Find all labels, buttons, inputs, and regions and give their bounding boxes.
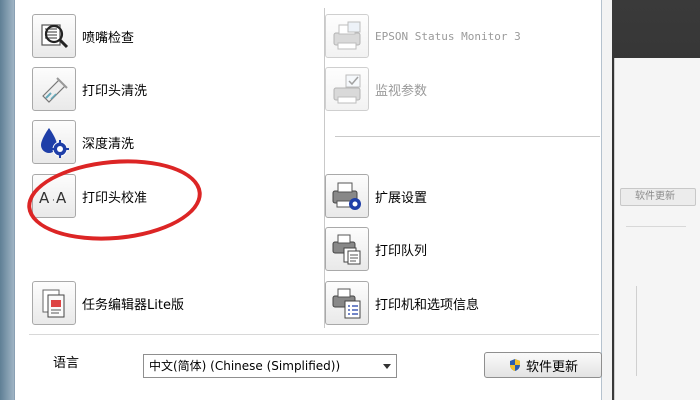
job-arranger-button[interactable] <box>32 281 76 325</box>
background-divider <box>626 226 686 227</box>
print-queue-button[interactable] <box>325 227 369 271</box>
printer-info-button[interactable] <box>325 281 369 325</box>
power-cleaning-icon <box>41 128 69 158</box>
bottom-separator <box>29 334 599 335</box>
highlight-circle <box>23 152 206 248</box>
language-label: 语言 <box>53 356 80 371</box>
status-monitor-icon <box>333 21 361 50</box>
tool-label: 打印队列 <box>375 243 428 259</box>
power-cleaning-button[interactable] <box>32 120 76 164</box>
tool-extended-settings[interactable]: 扩展设置 <box>325 174 427 218</box>
shield-icon <box>509 359 520 371</box>
nozzle-check-icon <box>41 24 69 49</box>
background-window-panel <box>614 58 700 400</box>
nozzle-check-button[interactable] <box>32 14 76 58</box>
language-select[interactable]: 中文(简体) (Chinese (Simplified)) <box>143 354 397 378</box>
printer-info-icon <box>332 288 361 319</box>
tool-print-queue[interactable]: 打印队列 <box>325 227 427 271</box>
tool-label: 监视参数 <box>375 83 428 99</box>
background-software-update-button: 软件更新 <box>620 188 696 206</box>
software-update-label: 软件更新 <box>525 359 578 375</box>
job-arranger-icon <box>42 289 65 318</box>
chevron-down-icon <box>383 364 391 369</box>
monitoring-preferences-button[interactable] <box>325 67 369 111</box>
extended-settings-button[interactable] <box>325 174 369 218</box>
tool-label: 任务编辑器Lite版 <box>82 297 184 313</box>
language-selected-value: 中文(简体) (Chinese (Simplified)) <box>149 359 341 373</box>
tool-label: 打印机和选项信息 <box>375 297 480 313</box>
tool-monitoring-preferences[interactable]: 监视参数 <box>325 67 427 111</box>
maintenance-dialog: 喷嘴检查 打印头清洗 深度清洗 A · A 打印头校准 任务编辑器Lite版 E… <box>14 0 602 400</box>
head-cleaning-button[interactable] <box>32 67 76 111</box>
status-monitor-button[interactable] <box>325 14 369 58</box>
section-divider <box>335 136 600 137</box>
tool-label: 打印头清洗 <box>82 83 148 99</box>
background-window-edge <box>0 0 14 400</box>
tool-label: 扩展设置 <box>375 190 428 206</box>
head-cleaning-icon <box>42 77 68 103</box>
tool-label: 深度清洗 <box>82 136 135 152</box>
tool-power-cleaning[interactable]: 深度清洗 <box>32 120 134 164</box>
background-window: 软件更新 <box>602 0 700 400</box>
tool-label: EPSON Status Monitor 3 <box>375 29 521 43</box>
tool-status-monitor[interactable]: EPSON Status Monitor 3 <box>325 14 521 58</box>
background-divider-vertical <box>636 286 637 376</box>
monitoring-preferences-icon <box>333 74 361 104</box>
extended-settings-icon <box>332 182 361 210</box>
tool-nozzle-check[interactable]: 喷嘴检查 <box>32 14 134 58</box>
print-queue-icon <box>332 234 361 265</box>
tool-printer-info[interactable]: 打印机和选项信息 <box>325 281 479 325</box>
tool-job-arranger[interactable]: 任务编辑器Lite版 <box>32 281 184 325</box>
tool-label: 喷嘴检查 <box>82 30 135 46</box>
tool-head-cleaning[interactable]: 打印头清洗 <box>32 67 147 111</box>
software-update-button[interactable]: 软件更新 <box>484 352 602 378</box>
